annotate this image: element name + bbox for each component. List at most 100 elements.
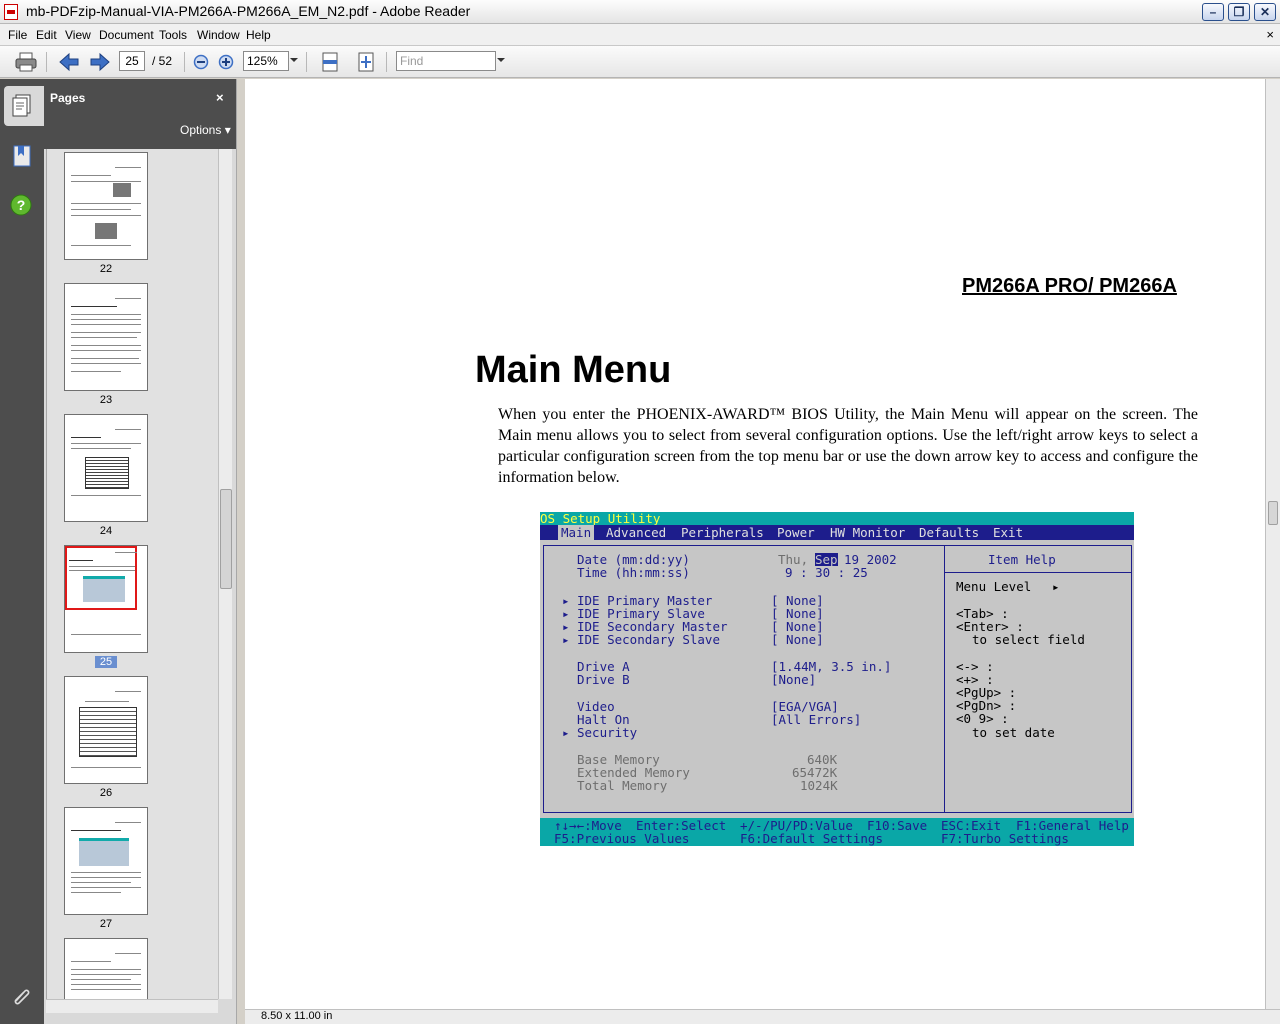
help-icon: ? xyxy=(10,194,32,216)
menu-tools[interactable]: Tools xyxy=(159,28,187,42)
bios-item-help-title: Item Help xyxy=(988,552,1056,567)
paperclip-icon xyxy=(14,989,30,1005)
page-number-input[interactable] xyxy=(119,51,145,71)
find-input[interactable] xyxy=(396,51,496,71)
bios-menu-defaults: Defaults xyxy=(919,525,980,540)
bios-help-digits: <0 9> : xyxy=(956,711,1009,726)
bios-menu-bar: Main Advanced Peripherals Power HW Monit… xyxy=(540,525,1134,540)
page-paragraph: When you enter the PHOENIX-AWARD™ BIOS U… xyxy=(498,406,1198,486)
bios-menu-advanced: Advanced xyxy=(606,525,667,540)
toolbar-separator xyxy=(46,52,47,72)
fit-width-icon xyxy=(322,52,338,72)
document-page: PM266A PRO/ PM266A Main Menu When you en… xyxy=(245,79,1265,1009)
bios-title-bar: OS Setup Utility xyxy=(540,512,1134,525)
menu-file[interactable]: File xyxy=(8,28,27,42)
pages-icon xyxy=(12,94,31,117)
options-button[interactable]: Options ▾ xyxy=(180,123,231,137)
printer-icon xyxy=(15,52,37,72)
menu-help[interactable]: Help xyxy=(246,28,271,42)
page-thumbnail-25[interactable] xyxy=(64,545,148,653)
toolbar: / 52 xyxy=(0,46,1280,78)
page-thumbnail-27[interactable] xyxy=(64,807,148,915)
bookmarks-tab[interactable] xyxy=(12,144,32,171)
page-thumbnail-24[interactable] xyxy=(64,414,148,522)
menu-view[interactable]: View xyxy=(65,28,91,42)
bios-divider xyxy=(944,545,945,813)
thumbnail-horizontal-scrollbar[interactable] xyxy=(46,999,218,1013)
page-thumbnail-28[interactable] xyxy=(64,938,148,999)
bios-footer-turbo-settings: F7:Turbo Settings xyxy=(941,831,1069,846)
zoom-in-icon xyxy=(218,54,234,70)
menu-edit[interactable]: Edit xyxy=(36,28,57,42)
menu-document[interactable]: Document xyxy=(99,28,154,42)
zoom-level-input[interactable] xyxy=(243,51,289,71)
page-size-readout: 8.50 x 11.00 in xyxy=(261,1010,333,1022)
zoom-dropdown-arrow[interactable] xyxy=(290,58,298,62)
pages-panel: Pages × Options ▾ 22 23 24 25 26 27 xyxy=(44,79,238,1024)
pages-tab[interactable] xyxy=(12,94,32,121)
close-document-button[interactable]: × xyxy=(1266,27,1274,42)
bios-ide-secondary-slave-label: IDE Secondary Slave xyxy=(577,632,720,647)
bios-help-select-field: to select field xyxy=(972,632,1085,647)
page-total: / 52 xyxy=(152,54,173,68)
page-thumbnail-23[interactable] xyxy=(64,283,148,391)
fit-page-icon xyxy=(358,52,374,72)
bios-help-divider xyxy=(945,572,1131,573)
thumbnail-scrollbar-thumb[interactable] xyxy=(220,489,232,589)
bios-menu-level: Menu Level xyxy=(956,579,1032,594)
bios-screenshot: OS Setup Utility Main Advanced Periphera… xyxy=(540,512,1134,846)
bios-menu-main: Main xyxy=(558,525,595,540)
bios-menu-exit: Exit xyxy=(993,525,1024,540)
arrow-left-icon xyxy=(59,52,79,72)
zoom-out-button[interactable] xyxy=(189,50,213,74)
page-thumbnail-label-selected: 25 xyxy=(64,656,148,668)
page-thumbnail-22[interactable] xyxy=(64,152,148,260)
toolbar-separator xyxy=(386,52,387,72)
adobe-pdf-icon xyxy=(4,4,18,20)
next-page-button[interactable] xyxy=(88,50,112,74)
thumbnail-scrollbar[interactable] xyxy=(218,149,232,999)
close-button[interactable]: ✕ xyxy=(1254,3,1276,21)
page-title: Main Menu xyxy=(475,349,672,391)
previous-page-button[interactable] xyxy=(57,50,81,74)
bios-security-label: Security xyxy=(577,725,638,740)
document-scrollbar[interactable] xyxy=(1265,79,1280,1009)
pages-panel-close-button[interactable]: × xyxy=(216,90,224,105)
bios-submenu-arrow-icon: ▸ xyxy=(562,725,570,740)
status-bar: 8.50 x 11.00 in xyxy=(245,1009,1280,1024)
bios-footer-previous-values: F5:Previous Values xyxy=(554,831,690,846)
bios-halt-on-value: [All Errors] xyxy=(771,712,862,727)
fit-page-button[interactable] xyxy=(354,50,378,74)
bios-submenu-arrow-icon: ▸ xyxy=(562,632,570,647)
menu-window[interactable]: Window xyxy=(197,28,240,42)
page-thumbnail-label: 22 xyxy=(99,263,113,275)
arrow-right-icon xyxy=(90,52,110,72)
fit-width-button[interactable] xyxy=(318,50,342,74)
bios-menu-power: Power xyxy=(777,525,815,540)
page-thumbnail-26[interactable] xyxy=(64,676,148,784)
bios-drive-b-label: Drive B xyxy=(577,672,630,687)
find-dropdown-arrow[interactable] xyxy=(497,58,505,62)
svg-text:?: ? xyxy=(17,197,26,213)
attachments-button[interactable] xyxy=(10,985,32,1010)
panel-splitter[interactable] xyxy=(236,79,244,1024)
minimize-button[interactable]: – xyxy=(1202,3,1224,21)
bios-menu-level-arrow-icon: ▸ xyxy=(1052,579,1060,594)
bios-total-memory-value: 1024K xyxy=(800,778,838,793)
zoom-in-button[interactable] xyxy=(214,50,238,74)
bios-footer-default-settings: F6:Default Settings xyxy=(740,831,883,846)
bios-menu-hw-monitor: HW Monitor xyxy=(830,525,906,540)
bios-ide-secondary-slave-value: [ None] xyxy=(771,632,824,647)
help-tab[interactable]: ? xyxy=(10,194,32,219)
maximize-button[interactable]: ❐ xyxy=(1228,3,1250,21)
page-thumbnail-label: 26 xyxy=(99,787,113,799)
print-button[interactable] xyxy=(14,50,38,74)
document-scrollbar-thumb[interactable] xyxy=(1268,501,1278,525)
navigation-rail xyxy=(0,79,44,1024)
bios-total-memory-label: Total Memory xyxy=(577,778,668,793)
zoom-out-icon xyxy=(193,54,209,70)
page-thumbnail-label: 23 xyxy=(99,394,113,406)
toolbar-separator xyxy=(306,52,307,72)
thumbnail-list: 22 23 24 25 26 27 xyxy=(46,149,218,999)
bios-help-set-date: to set date xyxy=(972,725,1055,740)
